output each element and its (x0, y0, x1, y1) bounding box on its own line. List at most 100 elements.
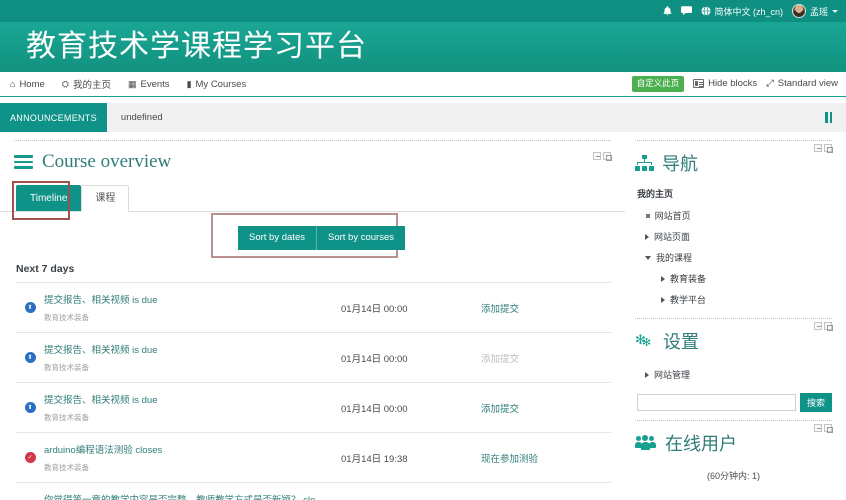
tab-courses[interactable]: 课程 (81, 185, 130, 212)
table-row[interactable]: 提交报告、相关视频 is due 教育技术装备 01月14日 00:00 添加提… (16, 333, 611, 383)
activity-name-link[interactable]: 提交报告、相关视频 is due (44, 392, 341, 406)
activity-name-link[interactable]: arduino编程语法测验 closes (44, 442, 341, 456)
online-users-block: 在线用户 (60分钟内: 1) (625, 420, 846, 482)
sort-by-dates-button[interactable]: Sort by dates (238, 226, 316, 250)
settings-item-label: 网站管理 (654, 370, 691, 380)
nav-tree-item-label: 教育装备 (670, 274, 707, 284)
timeline-item-main: 提交报告、相关视频 is due 教育技术装备 (44, 392, 341, 423)
nav-tree-item-label: 我的课程 (656, 253, 693, 263)
navbar-actions: 自定义此页 Hide blocks ⤢ Standard view (631, 76, 838, 92)
nav-item-home[interactable]: ⌂ Home (10, 79, 45, 90)
nav-tree-item-course-2[interactable]: 教学平台 (637, 289, 832, 310)
activity-name-link[interactable]: 提交报告、相关视频 is due (44, 292, 341, 306)
nav-item-events-label: Events (140, 78, 170, 90)
due-date: 01月14日 00:00 (341, 303, 408, 315)
sort-by-courses-button[interactable]: Sort by courses (315, 226, 405, 250)
nav-item-my-courses[interactable]: ▮ My Courses (187, 79, 247, 90)
settings-dock-controls[interactable] (814, 322, 833, 331)
user-menu[interactable]: 孟瑶 (791, 4, 838, 18)
quiz-icon (16, 452, 44, 463)
pause-button[interactable] (825, 103, 846, 132)
timeline-item-main: arduino编程语法测验 closes 教育技术装备 (44, 442, 341, 473)
nav-tree-root[interactable]: 我的主页 (637, 186, 832, 205)
nav-item-dashboard[interactable]: ⛭ 我的主页 (62, 77, 111, 92)
blocks-icon (693, 79, 705, 89)
navigation-block-title: 导航 (662, 154, 698, 174)
online-users-dock-controls[interactable] (814, 424, 833, 433)
table-row[interactable]: 提交报告、相关视频 is due 教育技术装备 01月14日 00:00 添加提… (16, 383, 611, 433)
nav-item-events[interactable]: ▦ Events (128, 79, 170, 90)
settings-search-row: 搜索 (635, 385, 832, 412)
action-link[interactable]: 添加提交 (481, 404, 519, 415)
block-dock-controls[interactable] (593, 152, 612, 161)
table-row[interactable]: arduino编程语法测验 closes 教育技术装备 01月14日 19:38… (16, 433, 611, 483)
main-navbar: ⌂ Home ⛭ 我的主页 ▦ Events ▮ My Courses 自定义此… (0, 72, 846, 97)
home-icon: ⌂ (10, 79, 16, 89)
dock-icon[interactable] (824, 144, 833, 153)
avatar (791, 4, 806, 18)
nav-tree-item-my-courses[interactable]: 我的课程 (637, 247, 832, 268)
briefcase-icon: ▮ (186, 78, 192, 89)
action-link[interactable]: 添加提交 (481, 354, 519, 365)
navbar-links: ⌂ Home ⛭ 我的主页 ▦ Events ▮ My Courses (10, 77, 247, 92)
dock-icon[interactable] (824, 424, 833, 433)
tab-timeline[interactable]: Timeline (16, 185, 82, 211)
announcements-bar: ANNOUNCEMENTS undefined (0, 103, 846, 132)
next-7-days-heading: Next 7 days (16, 263, 75, 275)
dock-icon[interactable] (603, 152, 612, 161)
users-icon (635, 435, 657, 451)
table-row[interactable]: 提交报告、相关视频 is due 教育技术装备 01月14日 00:00 添加提… (16, 283, 611, 333)
bell-icon[interactable] (663, 6, 672, 16)
settings-item-site-administration[interactable]: 网站管理 (637, 364, 832, 385)
action-link[interactable]: 现在参加测验 (481, 454, 538, 465)
language-selector[interactable]: 简体中文 (zh_cn) (701, 5, 783, 18)
hamburger-icon (14, 155, 33, 169)
nav-tree-item-label: 网站页面 (654, 232, 691, 242)
collapse-icon[interactable] (814, 424, 822, 432)
sort-controls-area: Sort by dates Sort by courses (0, 212, 625, 259)
hide-blocks-label: Hide blocks (708, 78, 758, 90)
chevron-down-icon (645, 255, 651, 260)
nav-tree-item-label: 教学平台 (670, 295, 707, 305)
activity-name-link[interactable]: 你觉得第一章的教学内容是否完整、教师教学方式是否新颖？ clo... (44, 492, 341, 500)
collapse-icon[interactable] (593, 152, 601, 160)
collapse-icon[interactable] (814, 144, 822, 152)
nav-tree-item-site-home[interactable]: 网站首页 (637, 205, 832, 226)
globe-icon (701, 6, 711, 16)
nav-tree-item-course-1[interactable]: 教育装备 (637, 268, 832, 289)
top-utility-bar: 简体中文 (zh_cn) 孟瑶 (0, 0, 846, 22)
dock-icon[interactable] (824, 322, 833, 331)
action-cell: 添加提交 (481, 401, 611, 415)
timeline-list: 提交报告、相关视频 is due 教育技术装备 01月14日 00:00 添加提… (16, 282, 611, 500)
due-date: 01月14日 19:38 (341, 453, 408, 465)
online-users-block-title: 在线用户 (665, 434, 737, 454)
chevron-right-icon (645, 371, 649, 378)
activity-name-link[interactable]: 提交报告、相关视频 is due (44, 342, 341, 356)
course-name: 教育技术装备 (44, 363, 89, 372)
collapse-icon[interactable] (814, 322, 822, 330)
username-label: 孟瑶 (809, 6, 828, 17)
settings-tree: 网站管理 (635, 354, 832, 385)
nav-tree-item-site-pages[interactable]: 网站页面 (637, 226, 832, 247)
settings-block-title: 设置 (663, 332, 699, 352)
chevron-right-icon (645, 233, 649, 240)
search-button[interactable]: 搜索 (799, 393, 832, 412)
navigation-dock-controls[interactable] (814, 144, 833, 153)
search-input[interactable] (637, 394, 796, 411)
customize-page-button[interactable]: 自定义此页 (631, 76, 685, 92)
table-row[interactable]: 你觉得第一章的教学内容是否完整、教师教学方式是否新颖？ clo... 教育技术装… (16, 483, 611, 500)
language-label: 简体中文 (zh_cn) (714, 6, 783, 17)
action-link[interactable]: 添加提交 (481, 304, 519, 315)
side-column: 导航 我的主页 网站首页 网站页面 我的课程 教育装备 教学平台 ✻ ✻ 设置 … (625, 132, 846, 500)
expand-icon: ⤢ (766, 78, 774, 90)
chevron-right-icon (661, 275, 665, 282)
online-users-count: (60分钟内: 1) (706, 471, 760, 481)
site-header-banner: 教育技术学课程学习平台 (0, 22, 846, 72)
hide-blocks-toggle[interactable]: Hide blocks (693, 78, 757, 89)
announcements-tag: ANNOUNCEMENTS (0, 103, 107, 132)
chat-icon[interactable] (681, 6, 693, 16)
course-overview-title: Course overview (42, 151, 172, 172)
standard-view-toggle[interactable]: ⤢ Standard view (766, 78, 838, 89)
calendar-icon: ▦ (128, 78, 137, 89)
course-name: 教育技术装备 (44, 463, 89, 472)
